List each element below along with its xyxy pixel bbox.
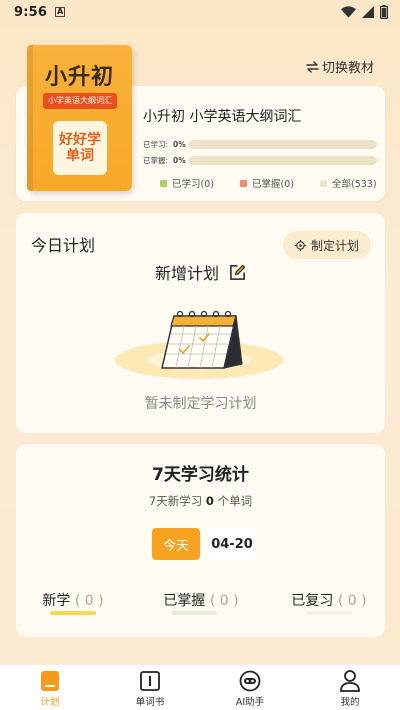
stats-sub-count: 0 — [205, 494, 214, 508]
wordbook-icon — [140, 670, 160, 692]
learned-progress-bar — [189, 140, 377, 149]
nav-item-profile[interactable]: 我的 — [300, 665, 400, 710]
battery-icon — [380, 5, 388, 19]
stat-reviewed-label: 已复习 — [291, 593, 334, 609]
today-button[interactable]: 今天 — [152, 528, 200, 560]
book-cover[interactable]: 小升初 小学英语大纲词汇 好好学 单词 — [27, 45, 132, 191]
set-plan-button[interactable]: 制定计划 — [283, 231, 371, 259]
switch-textbook-button[interactable]: 切换教材 — [306, 57, 374, 76]
empty-calendar-illustration — [115, 310, 283, 379]
stat-reviewed: 已复习 ( 0 ) — [274, 590, 384, 610]
book-cover-title: 小升初 — [44, 65, 114, 90]
new-plan-button[interactable]: 新增计划 — [16, 260, 385, 284]
nav-item-wordbook[interactable]: 单词书 — [100, 665, 200, 710]
stat-new-learned-bar — [50, 611, 96, 615]
nav-item-ai-assistant[interactable]: AI助手 — [200, 665, 300, 710]
today-plan-title: 今日计划 — [31, 236, 96, 255]
book-legend: 已学习(0) 已掌握(0) 全部(533) — [160, 176, 377, 190]
stats-title: 7天学习统计 — [152, 465, 249, 485]
legend-total-label: 全部(533) — [332, 179, 377, 190]
book-cover-tag: 小学英语大纲词汇 — [43, 93, 117, 109]
learned-progress-row: 已学习: 0% — [143, 139, 377, 150]
legend-mastered: 已掌握(0) — [240, 176, 320, 190]
status-time: 9:56 — [14, 4, 48, 20]
mastered-label: 已掌握: — [143, 156, 169, 165]
weekly-stats-card: 7天学习统计 7天新学习 0 个单词 今天 04-20 新学 ( 0 ) 已掌握… — [16, 444, 385, 637]
set-plan-label: 制定计划 — [310, 238, 359, 253]
target-icon — [294, 239, 306, 251]
learned-percent: 0% — [173, 140, 186, 149]
empty-plan-text: 暂未制定学习计划 — [144, 396, 257, 412]
book-cover-badge: 好好学 单词 — [53, 121, 107, 175]
legend-total-swatch — [320, 179, 327, 187]
legend-learned-label: 已学习(0) — [172, 179, 214, 190]
wifi-icon — [341, 6, 356, 18]
stat-mastered-value: ( 0 ) — [209, 593, 239, 609]
profile-icon — [340, 670, 360, 692]
swap-icon — [306, 60, 319, 73]
legend-mastered-swatch — [240, 179, 247, 187]
mastered-progress-row: 已掌握: 0% — [143, 155, 377, 166]
legend-learned: 已学习(0) — [160, 176, 240, 190]
switch-textbook-label: 切换教材 — [321, 61, 374, 76]
notification-icon: A — [55, 7, 66, 17]
stat-new-learned-value: ( 0 ) — [74, 593, 104, 609]
bottom-nav: 计划 单词书 AI助手 我的 — [0, 664, 400, 710]
mastered-percent: 0% — [173, 156, 186, 165]
ai-assistant-icon — [239, 670, 261, 692]
book-badge-line1: 好好学 — [59, 132, 101, 148]
stats-subtitle: 7天新学习 0 个单词 — [16, 493, 385, 509]
stat-reviewed-value: ( 0 ) — [337, 593, 367, 609]
nav-label-plan: 计划 — [40, 697, 60, 708]
stat-mastered-bar — [171, 611, 217, 615]
stat-mastered: 已掌握 ( 0 ) — [146, 590, 256, 610]
date-value[interactable]: 04-20 — [208, 528, 256, 560]
mastered-progress-bar — [189, 156, 377, 165]
edit-icon — [230, 264, 246, 280]
legend-mastered-label: 已掌握(0) — [252, 179, 294, 190]
today-plan-card: 今日计划 制定计划 新增计划 暂未制定学习计划 — [16, 213, 385, 433]
plan-icon — [41, 670, 59, 692]
nav-label-profile: 我的 — [340, 697, 360, 708]
stat-new-learned: 新学 ( 0 ) — [18, 590, 128, 610]
stats-sub-suffix: 个单词 — [217, 494, 253, 508]
nav-item-plan[interactable]: 计划 — [0, 665, 100, 710]
stats-sub-prefix: 7天新学习 — [148, 494, 203, 508]
new-plan-label: 新增计划 — [154, 264, 219, 283]
nav-label-ai-assistant: AI助手 — [235, 697, 265, 708]
legend-learned-swatch — [160, 179, 167, 187]
nav-label-wordbook: 单词书 — [135, 697, 165, 708]
book-badge-line2: 单词 — [66, 148, 94, 164]
signal-icon — [362, 6, 374, 18]
status-bar: 9:56 A — [0, 0, 400, 24]
stat-new-learned-label: 新学 — [42, 593, 71, 609]
date-selector: 今天 04-20 — [152, 528, 256, 560]
stat-reviewed-bar — [306, 611, 352, 615]
legend-total: 全部(533) — [320, 176, 377, 190]
stat-mastered-label: 已掌握 — [163, 593, 206, 609]
learned-label: 已学习: — [143, 140, 169, 149]
status-icons — [341, 5, 388, 19]
book-name: 小升初 小学英语大纲词汇 — [143, 109, 302, 125]
